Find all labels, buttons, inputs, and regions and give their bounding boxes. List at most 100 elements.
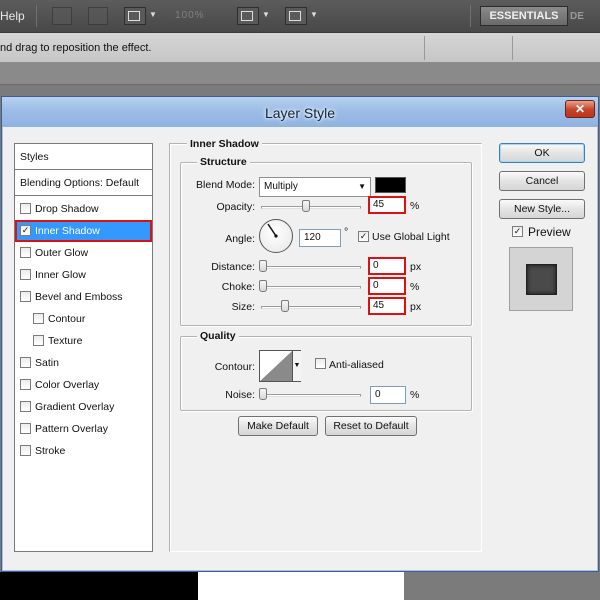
bridge-icon[interactable] (52, 7, 72, 25)
make-default-button[interactable]: Make Default (238, 416, 318, 436)
zoom-level[interactable]: 100% (175, 10, 205, 21)
list-item-bevel-and-emboss[interactable]: Bevel and Emboss (15, 286, 152, 308)
document-tab-strip (0, 63, 600, 85)
list-item-label: Pattern Overlay (35, 423, 108, 435)
styles-list: Styles Blending Options: Default Drop Sh… (14, 143, 153, 552)
size-label: Size: (231, 301, 255, 313)
list-item-styles[interactable]: Styles (15, 144, 152, 170)
contour-picker[interactable]: ▼ (259, 350, 301, 382)
bevel-and-emboss-checkbox[interactable] (20, 291, 31, 302)
size-slider-thumb[interactable] (281, 300, 289, 312)
distance-field[interactable]: 0 (368, 257, 406, 275)
distance-label: Distance: (211, 261, 255, 273)
opacity-unit: % (410, 200, 420, 212)
canvas-black-region (0, 572, 198, 600)
opacity-slider-thumb[interactable] (302, 200, 310, 212)
panel-title: Inner Shadow (187, 138, 262, 150)
list-item-gradient-overlay[interactable]: Gradient Overlay (15, 396, 152, 418)
cancel-button[interactable]: Cancel (499, 171, 585, 191)
angle-dial-needle (267, 223, 278, 238)
size-slider[interactable] (261, 306, 361, 309)
options-hint-text: nd drag to reposition the effect. (0, 42, 152, 54)
contour-label: Contour: (214, 361, 255, 373)
chevron-down-icon[interactable]: ▼ (310, 10, 318, 19)
stroke-checkbox[interactable] (20, 445, 31, 456)
satin-checkbox[interactable] (20, 357, 31, 368)
list-item-satin[interactable]: Satin (15, 352, 152, 374)
angle-field[interactable]: 120 (299, 229, 341, 247)
noise-unit: % (410, 389, 420, 401)
list-item-stroke[interactable]: Stroke (15, 440, 152, 462)
preview-thumbnail (509, 247, 573, 311)
list-item-drop-shadow[interactable]: Drop Shadow (15, 198, 152, 220)
noise-slider[interactable] (261, 394, 361, 397)
use-global-light-label[interactable]: Use Global Light (372, 231, 450, 243)
texture-checkbox[interactable] (33, 335, 44, 346)
options-divider (424, 36, 425, 60)
inner-shadow-checkbox[interactable]: ✓ (20, 225, 31, 236)
shadow-color-swatch[interactable] (375, 177, 406, 193)
outer-glow-checkbox[interactable] (20, 247, 31, 258)
choke-slider[interactable] (261, 286, 361, 289)
ok-button[interactable]: OK (499, 143, 585, 163)
opacity-slider[interactable] (261, 206, 361, 209)
preview-label[interactable]: Preview (528, 225, 571, 239)
size-field[interactable]: 45 (368, 297, 406, 315)
quality-group: Quality Contour: ▼ Anti-aliased Noise: 0… (180, 330, 472, 411)
inner-shadow-panel: Inner Shadow Structure Blend Mode: Multi… (169, 138, 482, 552)
view-extras-icon[interactable] (124, 7, 146, 25)
reset-to-default-button[interactable]: Reset to Default (325, 416, 417, 436)
list-item-label: Contour (48, 313, 86, 325)
toolbar-separator (36, 5, 37, 27)
distance-slider[interactable] (261, 266, 361, 269)
choke-slider-thumb[interactable] (259, 280, 267, 292)
workspace-design-button[interactable]: DE (570, 11, 584, 22)
list-item-inner-glow[interactable]: Inner Glow (15, 264, 152, 286)
list-item-label: Outer Glow (35, 247, 89, 259)
distance-unit: px (410, 261, 422, 273)
distance-slider-thumb[interactable] (259, 260, 267, 272)
dialog-title-bar[interactable]: Layer Style ✕ (2, 97, 598, 127)
anti-aliased-label[interactable]: Anti-aliased (329, 359, 384, 371)
close-button[interactable]: ✕ (565, 100, 595, 118)
use-global-light-checkbox[interactable]: ✓ (358, 231, 369, 242)
list-item-contour[interactable]: Contour (15, 308, 152, 330)
list-item-blending-options[interactable]: Blending Options: Default (15, 170, 152, 196)
list-item-pattern-overlay[interactable]: Pattern Overlay (15, 418, 152, 440)
list-item-inner-shadow[interactable]: ✓ Inner Shadow (15, 220, 152, 242)
linear-contour-icon (260, 351, 292, 381)
list-item-label: Gradient Overlay (35, 401, 115, 413)
list-item-outer-glow[interactable]: Outer Glow (15, 242, 152, 264)
list-item-texture[interactable]: Texture (15, 330, 152, 352)
anti-aliased-checkbox[interactable] (315, 358, 326, 369)
noise-slider-thumb[interactable] (259, 388, 267, 400)
mini-bridge-icon[interactable] (88, 7, 108, 25)
list-item-color-overlay[interactable]: Color Overlay (15, 374, 152, 396)
drop-shadow-checkbox[interactable] (20, 203, 31, 214)
arrange-documents-icon[interactable] (237, 7, 259, 25)
opacity-field[interactable]: 45 (368, 196, 406, 214)
list-item-label: Satin (35, 357, 59, 369)
blend-mode-label: Blend Mode: (196, 179, 255, 191)
list-item-label: Color Overlay (35, 379, 100, 391)
color-overlay-checkbox[interactable] (20, 379, 31, 390)
workspace-essentials-button[interactable]: ESSENTIALS (480, 6, 568, 26)
list-item-label: Bevel and Emboss (35, 291, 123, 303)
noise-field[interactable]: 0 (370, 386, 406, 404)
blend-mode-select[interactable]: Multiply ▼ (259, 177, 371, 197)
chevron-down-icon[interactable]: ▼ (262, 10, 270, 19)
preview-swatch (526, 264, 557, 295)
chevron-down-icon[interactable]: ▼ (149, 10, 157, 19)
chevron-down-icon[interactable]: ▼ (292, 351, 301, 381)
new-style-button[interactable]: New Style... (499, 199, 585, 219)
gradient-overlay-checkbox[interactable] (20, 401, 31, 412)
inner-glow-checkbox[interactable] (20, 269, 31, 280)
angle-dial[interactable] (259, 219, 293, 253)
list-item-label: Styles (20, 151, 49, 163)
contour-checkbox[interactable] (33, 313, 44, 324)
preview-checkbox[interactable]: ✓ (512, 226, 523, 237)
choke-field[interactable]: 0 (368, 277, 406, 295)
pattern-overlay-checkbox[interactable] (20, 423, 31, 434)
screen-mode-icon[interactable] (285, 7, 307, 25)
menu-help[interactable]: Help (0, 9, 25, 23)
